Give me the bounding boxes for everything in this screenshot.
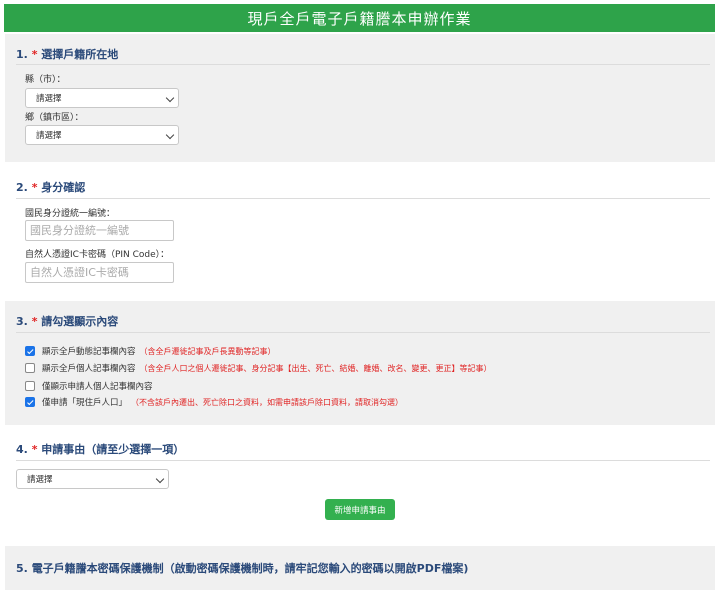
- option-household-dynamic-notes[interactable]: 顯示全戶動態記事欄內容 （含全戶遷徙記事及戶長異動等記事）: [25, 345, 276, 357]
- section-title: 1. * 選擇戶籍所在地: [16, 48, 119, 61]
- option-current-residents-only[interactable]: 僅申請「現住戶人口」 （不含該戶內遷出、死亡除口之資料，如需申請該戶除口資料，請…: [25, 396, 403, 408]
- town-label: 鄉（鎮市區）：: [25, 113, 84, 123]
- section-title: 2. * 身分確認: [16, 181, 86, 194]
- chevron-down-icon: [165, 130, 175, 140]
- section-application-reason: 4. * 申請事由（請至少選擇一項） 請選擇 新增申請事由: [5, 429, 715, 541]
- divider: [16, 64, 710, 65]
- add-reason-button[interactable]: 新增申請事由: [325, 499, 395, 520]
- section-identity-check: 2. * 身分確認 國民身分證統一編號： 自然人憑證IC卡密碼（PIN Code…: [5, 167, 715, 297]
- divider: [16, 198, 710, 199]
- town-select[interactable]: 請選擇: [25, 125, 179, 145]
- id-number-input[interactable]: [25, 220, 174, 241]
- page-header: 現戶全戶電子戶籍謄本申辦作業: [4, 4, 715, 32]
- section-title: 3. * 請勾選顯示內容: [16, 315, 119, 328]
- required-mark: *: [31, 181, 38, 194]
- county-select[interactable]: 請選擇: [25, 88, 179, 108]
- chevron-down-icon: [165, 93, 175, 103]
- id-number-label: 國民身分證統一編號：: [25, 209, 116, 219]
- required-mark: *: [31, 315, 38, 328]
- page-title: 現戶全戶電子戶籍謄本申辦作業: [247, 9, 472, 28]
- option-applicant-personal-notes[interactable]: 僅顯示申請人個人記事欄內容: [25, 380, 153, 392]
- required-mark: *: [31, 443, 38, 456]
- chevron-down-icon: [155, 474, 165, 484]
- required-mark: *: [31, 48, 38, 61]
- pin-code-input[interactable]: [25, 262, 174, 283]
- divider: [16, 460, 710, 461]
- divider: [16, 332, 710, 333]
- section-display-content: 3. * 請勾選顯示內容 顯示全戶動態記事欄內容 （含全戶遷徙記事及戶長異動等記…: [5, 301, 715, 425]
- option-household-personal-notes[interactable]: 顯示全戶個人記事欄內容 （含全戶人口之個人遷徙記事、身分記事【出生、死亡、結婚、…: [25, 362, 492, 374]
- section-residence-location: 1. * 選擇戶籍所在地 縣（市）： 請選擇 鄉（鎮市區）： 請選擇: [5, 34, 715, 162]
- section-password-protection: 5. 電子戶籍謄本密碼保護機制（啟動密碼保護機制時，請牢記您輸入的密碼以開啟PD…: [5, 546, 715, 590]
- county-label: 縣（市）：: [25, 75, 66, 85]
- reason-select[interactable]: 請選擇: [16, 469, 169, 489]
- checkbox[interactable]: [25, 397, 35, 407]
- pin-code-label: 自然人憑證IC卡密碼（PIN Code）：: [25, 250, 170, 260]
- checkbox[interactable]: [25, 363, 35, 373]
- section-title: 4. * 申請事由（請至少選擇一項）: [16, 443, 185, 456]
- checkbox[interactable]: [25, 346, 35, 356]
- section-title: 5. 電子戶籍謄本密碼保護機制（啟動密碼保護機制時，請牢記您輸入的密碼以開啟PD…: [16, 562, 469, 575]
- checkbox[interactable]: [25, 381, 35, 391]
